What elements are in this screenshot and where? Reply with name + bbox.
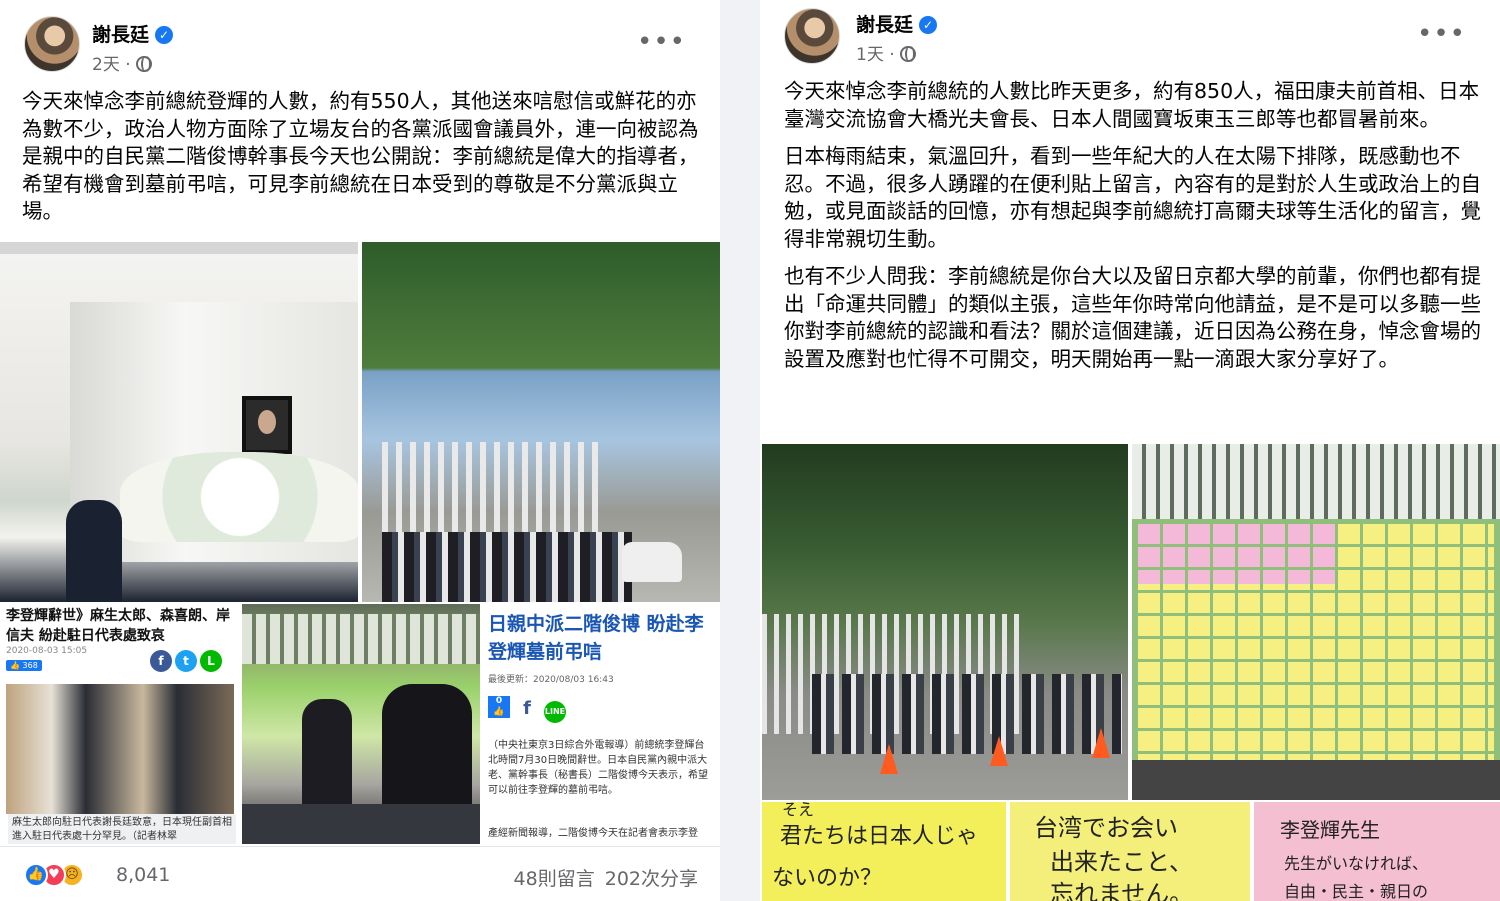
post-paragraph: 日本梅雨結束，氣溫回升，看到一些年紀大的人在太陽下排隊，既感動也不忍。不過，很多… — [784, 144, 1481, 251]
note-line: 李登輝先生 — [1280, 818, 1380, 842]
sticky-note-closeup[interactable]: 台湾でお会い 出来たこと、 忘れません。 — [1010, 802, 1250, 901]
post-header: 謝長廷 ✓ 2天 · ••• — [0, 0, 720, 84]
post-time[interactable]: 2天 — [92, 55, 120, 75]
news-headline: 李登輝辭世》麻生太郎、森喜朗、岸信夫 紛赴駐日代表處致哀 — [6, 608, 230, 644]
verified-badge-icon: ✓ — [919, 16, 938, 34]
like-count: 368 — [22, 661, 38, 670]
verified-badge-icon: ✓ — [155, 26, 174, 44]
facebook-post-right: 謝長廷 ✓ 1天 · ••• 今天來悼念李前總統的人數比昨天更多，約有850人，福… — [760, 0, 1500, 901]
author-name[interactable]: 謝長廷 ✓ — [92, 20, 174, 47]
author-name[interactable]: 謝長廷 ✓ — [856, 10, 938, 37]
queue-crowd — [382, 532, 632, 602]
share-buttons: 0 👍 f LINE — [488, 696, 572, 723]
news-headline: 日親中派二階俊博 盼赴李登輝墓前弔唁 — [488, 613, 704, 663]
news-clip-cna[interactable]: 日親中派二階俊博 盼赴李登輝墓前弔唁 最後更新：2020/08/03 16:43… — [482, 604, 720, 844]
twitter-icon: t — [175, 650, 197, 672]
post-meta: 2天 · — [92, 50, 153, 75]
avatar[interactable] — [784, 8, 840, 64]
table — [242, 804, 480, 844]
post-meta: 1天 · — [856, 40, 917, 65]
reaction-count[interactable]: 8,041 — [116, 864, 170, 886]
author-name-text[interactable]: 謝長廷 — [856, 14, 913, 36]
note-line: 先生がいなければ、 — [1284, 854, 1429, 873]
note-line: 出来たこと、 — [1050, 848, 1194, 876]
traffic-cone — [1092, 728, 1110, 758]
comment-count[interactable]: 48則留言 — [514, 868, 595, 890]
facebook-icon: f — [150, 650, 172, 672]
globe-icon — [900, 46, 917, 62]
parked-car — [622, 542, 682, 582]
more-options-icon[interactable]: ••• — [1417, 21, 1466, 47]
line-icon[interactable]: LINE — [544, 701, 566, 723]
author-name-text[interactable]: 謝長廷 — [92, 24, 149, 46]
post-text: 今天來悼念李前總統登輝的人數，約有550人，其他送來唁慰信或鮮花的亦為數不少，政… — [22, 89, 699, 223]
post-time[interactable]: 1天 — [856, 45, 884, 65]
post-text: 今天來悼念李前總統的人數比昨天更多，約有850人，福田康夫前首相、日本臺灣交流協… — [784, 78, 1484, 383]
avatar[interactable] — [24, 16, 80, 72]
line-icon: L — [200, 650, 222, 672]
post-stats: 48則留言 202次分享 — [504, 864, 698, 891]
sticky-note-closeup[interactable]: 李登輝先生 先生がいなければ、 自由・民主・親日の — [1254, 802, 1500, 901]
news-body-cont: 產經新聞報導，二階俊博今天在記者會表示李登 — [488, 828, 698, 839]
queue-line-photo[interactable] — [762, 444, 1128, 800]
portrait-frame — [242, 396, 292, 454]
note-line: 台湾でお会い — [1034, 814, 1178, 842]
flower-arrangement — [120, 452, 358, 542]
queue-crowd — [812, 674, 1122, 754]
news-updated: 最後更新：2020/08/03 16:43 — [488, 675, 614, 685]
queue-photo[interactable] — [362, 242, 720, 602]
person-writing — [302, 699, 352, 809]
pink-sticky-notes — [1138, 524, 1338, 584]
note-line: 君たちは日本人じゃ — [780, 824, 979, 849]
bowing-person — [66, 500, 122, 602]
news-date: 2020-08-03 15:05 — [6, 646, 88, 656]
facebook-icon[interactable]: f — [516, 698, 538, 720]
share-icons: ftL — [150, 650, 225, 672]
note-line: 忘れません。 — [1050, 880, 1194, 901]
news-clip-ltn[interactable]: 李登輝辭世》麻生太郎、森喜朗、岸信夫 紛赴駐日代表處致哀 2020-08-03 … — [0, 604, 240, 844]
post-footer: 👍 ♥ ☹ 8,041 48則留言 202次分享 — [0, 846, 720, 901]
more-options-icon[interactable]: ••• — [637, 29, 686, 55]
globe-icon — [136, 56, 153, 72]
like-button[interactable]: 0 👍 — [488, 696, 510, 718]
news-caption: 麻生太郎向駐日代表謝長廷致意，日本現任副首相進入駐日代表處十分罕見。（記者林翠 — [8, 814, 236, 844]
post-paragraph: 今天來悼念李前總統的人數比昨天更多，約有850人，福田康夫前首相、日本臺灣交流協… — [784, 79, 1480, 131]
note-line: ないのか？ — [772, 866, 883, 891]
note-line: 自由・民主・親日の — [1284, 882, 1429, 901]
traffic-cone — [990, 736, 1008, 766]
board-base — [1132, 760, 1500, 800]
post-paragraph: 也有不少人問我：李前總統是你台大以及留日京都大學的前輩，你們也都有提出「命運共同… — [784, 264, 1481, 371]
message-board-photo[interactable] — [242, 604, 480, 844]
traffic-cone — [880, 744, 898, 774]
fence-top — [242, 614, 480, 664]
post-divider — [720, 0, 760, 901]
reactions[interactable]: 👍 ♥ ☹ — [24, 863, 84, 887]
fence-top — [1132, 444, 1500, 519]
like-count: 0 — [495, 696, 503, 706]
facebook-post-left: 謝長廷 ✓ 2天 · ••• 今天來悼念李前總統登輝的人數，約有550人，其他送來… — [0, 0, 720, 901]
like-reaction-icon: 👍 — [24, 863, 48, 887]
sticky-notes-photo[interactable] — [1132, 444, 1500, 800]
memorial-altar-photo[interactable] — [0, 242, 358, 602]
news-body: （中央社東京3日綜合外電報導）前總統李登輝台北時間7月30日晚間辭世。日本自民黨… — [488, 740, 708, 796]
news-photo — [6, 684, 234, 814]
post-header: 謝長廷 ✓ 1天 · ••• — [760, 0, 1500, 84]
share-count[interactable]: 202次分享 — [605, 868, 698, 890]
person-writing — [382, 684, 472, 814]
like-count-badge: 👍 368 — [6, 660, 42, 671]
sticky-note-closeup[interactable]: そえ 君たちは日本人じゃ ないのか？ — [762, 802, 1006, 901]
stage-truss — [0, 242, 358, 254]
